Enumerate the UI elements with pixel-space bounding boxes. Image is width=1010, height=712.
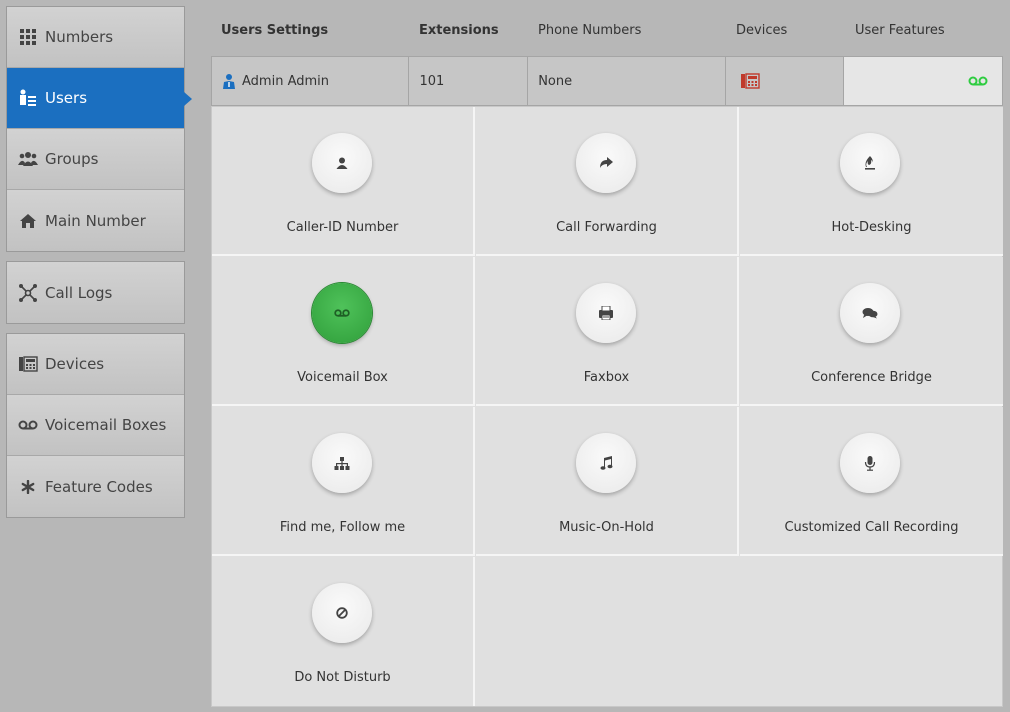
user-devices-cell[interactable] [726,57,845,105]
forward-icon [599,157,613,169]
sidebar-item-label: Groups [45,150,99,168]
fax-phone-icon [740,73,760,89]
sitemap-icon [334,456,350,470]
feature-call-forwarding[interactable]: Call Forwarding [476,107,739,256]
feature-toggle[interactable] [576,283,636,343]
chat-icon [862,307,878,319]
home-icon [17,211,39,231]
user-name-cell[interactable]: Admin Admin [212,57,410,105]
feature-toggle[interactable] [312,583,372,643]
feature-find-me-follow-me[interactable]: Find me, Follow me [212,407,475,556]
feature-toggle[interactable] [840,133,900,193]
microphone-icon [864,455,876,471]
sidebar-item-label: Users [45,89,88,107]
fax-phone-icon [17,354,39,374]
header-phone-numbers[interactable]: Phone Numbers [538,23,641,38]
users-table-header: Users Settings Extensions Phone Numbers … [212,18,1003,44]
user-extension: 101 [419,73,445,89]
feature-toggle[interactable] [312,433,372,493]
fax-icon [598,306,614,320]
sidebar-item-users[interactable]: Users [7,68,192,129]
voicemail-icon [968,75,988,87]
sidebar-item-label: Devices [45,355,105,373]
feature-hot-desking[interactable]: Hot-Desking [740,107,1003,256]
user-phone-numbers: None [538,73,573,89]
feature-label: Faxbox [583,370,630,385]
user-icon [222,73,238,89]
feature-label: Caller-ID Number [286,220,399,235]
sidebar-group-main: Numbers Users Groups Main Number [6,6,192,252]
sidebar-item-label: Numbers [45,28,114,46]
sidebar-item-label: Voicemail Boxes [45,416,167,434]
feature-customized-call-recording[interactable]: Customized Call Recording [740,407,1003,556]
header-extensions[interactable]: Extensions [419,23,499,38]
ban-icon [336,607,348,619]
feature-faxbox[interactable]: Faxbox [476,257,739,406]
sidebar-item-groups[interactable]: Groups [7,129,184,190]
feature-toggle[interactable] [576,433,636,493]
feature-voicemail-box[interactable]: Voicemail Box [212,257,475,406]
groups-icon [17,149,39,169]
header-devices[interactable]: Devices [736,23,787,38]
sidebar-item-call-logs[interactable]: Call Logs [7,262,184,323]
feature-label: Voicemail Box [297,370,388,385]
feature-toggle[interactable] [312,283,372,343]
feature-music-on-hold[interactable]: Music-On-Hold [476,407,739,556]
user-extension-cell[interactable]: 101 [409,57,529,105]
feature-label: Conference Bridge [811,370,932,385]
feature-toggle[interactable] [840,283,900,343]
feature-label: Customized Call Recording [784,520,959,535]
grid-icon [17,27,39,47]
feature-do-not-disturb[interactable]: Do Not Disturb [212,557,475,706]
sidebar-item-numbers[interactable]: Numbers [7,7,184,68]
user-name: Admin Admin [242,73,329,89]
header-users-settings[interactable]: Users Settings [221,23,328,38]
sidebar-item-voicemail-boxes[interactable]: Voicemail Boxes [7,395,184,456]
sidebar-item-label: Call Logs [45,283,113,302]
sidebar-group-devices: Devices Voicemail Boxes Feature Codes [6,333,185,518]
music-icon [600,456,613,470]
fire-icon [864,156,876,170]
voicemail-icon [17,415,39,435]
voicemail-icon [334,308,350,318]
feature-toggle[interactable] [840,433,900,493]
users-icon [17,88,39,108]
feature-caller-id-number[interactable]: Caller-ID Number [212,107,475,256]
sidebar-item-devices[interactable]: Devices [7,334,184,395]
sidebar-item-label: Feature Codes [45,477,153,496]
feature-label: Music-On-Hold [559,520,654,535]
sidebar-item-feature-codes[interactable]: Feature Codes [7,456,184,517]
feature-label: Find me, Follow me [279,520,406,535]
user-features-grid: Caller-ID Number Call Forwarding Hot-Des… [211,106,1003,707]
sidebar-group-logs: Call Logs [6,261,185,324]
feature-toggle[interactable] [576,133,636,193]
asterisk-icon [17,477,39,497]
user-phone-numbers-cell[interactable]: None [528,57,726,105]
table-row[interactable]: Admin Admin 101 None [211,56,1003,106]
feature-toggle[interactable] [312,133,372,193]
header-user-features[interactable]: User Features [855,23,945,38]
feature-label: Call Forwarding [556,220,657,235]
sidebar-item-label: Main Number [45,211,146,230]
feature-label: Hot-Desking [831,220,912,235]
user-features-cell[interactable] [844,57,1002,105]
feature-label: Do Not Disturb [294,670,391,685]
sidebar-item-main-number[interactable]: Main Number [7,190,184,251]
user-icon [336,157,348,169]
feature-conference-bridge[interactable]: Conference Bridge [740,257,1003,406]
network-icon [17,283,39,303]
